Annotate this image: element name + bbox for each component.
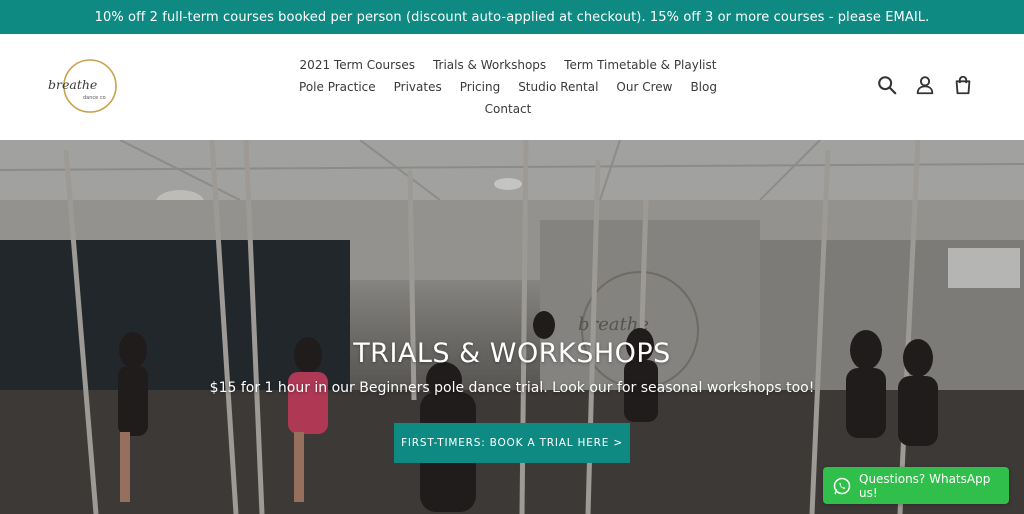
nav-item-privates[interactable]: Privates: [385, 76, 451, 98]
whatsapp-label: Questions? WhatsApp us!: [859, 471, 991, 500]
hero-banner: breathe TRIALS & WORKSHOPS $15 for 1 hou…: [0, 140, 1024, 514]
logo-sub: dance co: [83, 95, 106, 101]
nav-row-1: 2021 Term Courses Trials & Workshops Ter…: [296, 54, 720, 76]
hero-subtitle: $15 for 1 hour in our Beginners pole dan…: [209, 380, 815, 396]
nav-row-3: Contact: [296, 98, 720, 120]
nav-item-contact[interactable]: Contact: [476, 98, 541, 120]
logo-mark: breathe dance co: [48, 59, 117, 113]
logo[interactable]: breathe dance co: [44, 59, 120, 115]
nav-item-blog[interactable]: Blog: [681, 76, 726, 98]
nav-item-pole-practice[interactable]: Pole Practice: [290, 76, 385, 98]
account-icon[interactable]: [914, 74, 936, 96]
main-nav: 2021 Term Courses Trials & Workshops Ter…: [296, 54, 720, 120]
announcement-text: 10% off 2 full-term courses booked per p…: [94, 9, 930, 25]
nav-item-term-courses[interactable]: 2021 Term Courses: [291, 54, 424, 76]
search-icon[interactable]: [876, 74, 898, 96]
header-icons: [876, 74, 974, 96]
whatsapp-icon: [833, 477, 851, 494]
whatsapp-chat-button[interactable]: Questions? WhatsApp us!: [823, 467, 1009, 504]
logo-word: breathe: [48, 77, 97, 92]
nav-row-2: Pole Practice Privates Pricing Studio Re…: [296, 76, 720, 98]
nav-item-pricing[interactable]: Pricing: [451, 76, 509, 98]
book-trial-button[interactable]: FIRST-TIMERS: BOOK A TRIAL HERE >: [394, 423, 630, 463]
nav-item-trials-workshops[interactable]: Trials & Workshops: [424, 54, 555, 76]
cart-icon[interactable]: [952, 74, 974, 96]
nav-item-studio-rental[interactable]: Studio Rental: [509, 76, 607, 98]
nav-item-our-crew[interactable]: Our Crew: [607, 76, 681, 98]
nav-item-timetable-playlist[interactable]: Term Timetable & Playlist: [555, 54, 725, 76]
announcement-bar: 10% off 2 full-term courses booked per p…: [0, 0, 1024, 34]
hero-title: TRIALS & WORKSHOPS: [353, 338, 671, 369]
site-header: breathe dance co 2021 Term Courses Trial…: [0, 34, 1024, 140]
